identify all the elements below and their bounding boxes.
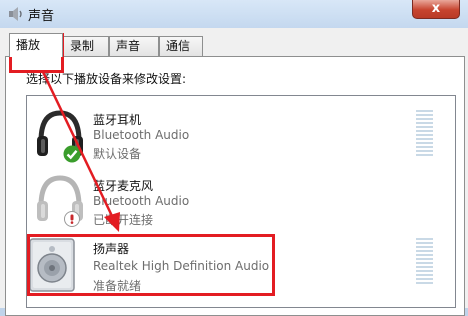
speaker-icon bbox=[9, 7, 22, 21]
device-status-default: 默认设备 bbox=[93, 147, 142, 161]
device-type: Bluetooth Audio bbox=[93, 128, 190, 142]
volume-meter bbox=[416, 110, 433, 156]
device-name-bluetooth-microphone: 蓝牙麦克风 bbox=[93, 179, 154, 193]
speaker-highlight-box bbox=[27, 234, 275, 296]
volume-meter bbox=[416, 238, 433, 284]
tab-recording[interactable]: 录制 bbox=[63, 36, 109, 56]
device-status-disconnected: 已断开连接 bbox=[93, 213, 154, 227]
device-type: Bluetooth Audio bbox=[93, 194, 190, 208]
close-button[interactable]: x bbox=[412, 0, 460, 19]
disconnected-icon bbox=[64, 211, 80, 227]
tab-communications[interactable]: 通信 bbox=[159, 36, 203, 56]
tab-playback[interactable]: 播放 bbox=[9, 33, 63, 57]
window-title: 声音 bbox=[28, 9, 55, 24]
device-name-bluetooth-headphones: 蓝牙耳机 bbox=[93, 113, 142, 127]
default-checkmark-icon bbox=[63, 145, 81, 163]
tab-sounds[interactable]: 声音 bbox=[109, 36, 159, 56]
title-bar[interactable]: 声音 x bbox=[0, 0, 468, 28]
